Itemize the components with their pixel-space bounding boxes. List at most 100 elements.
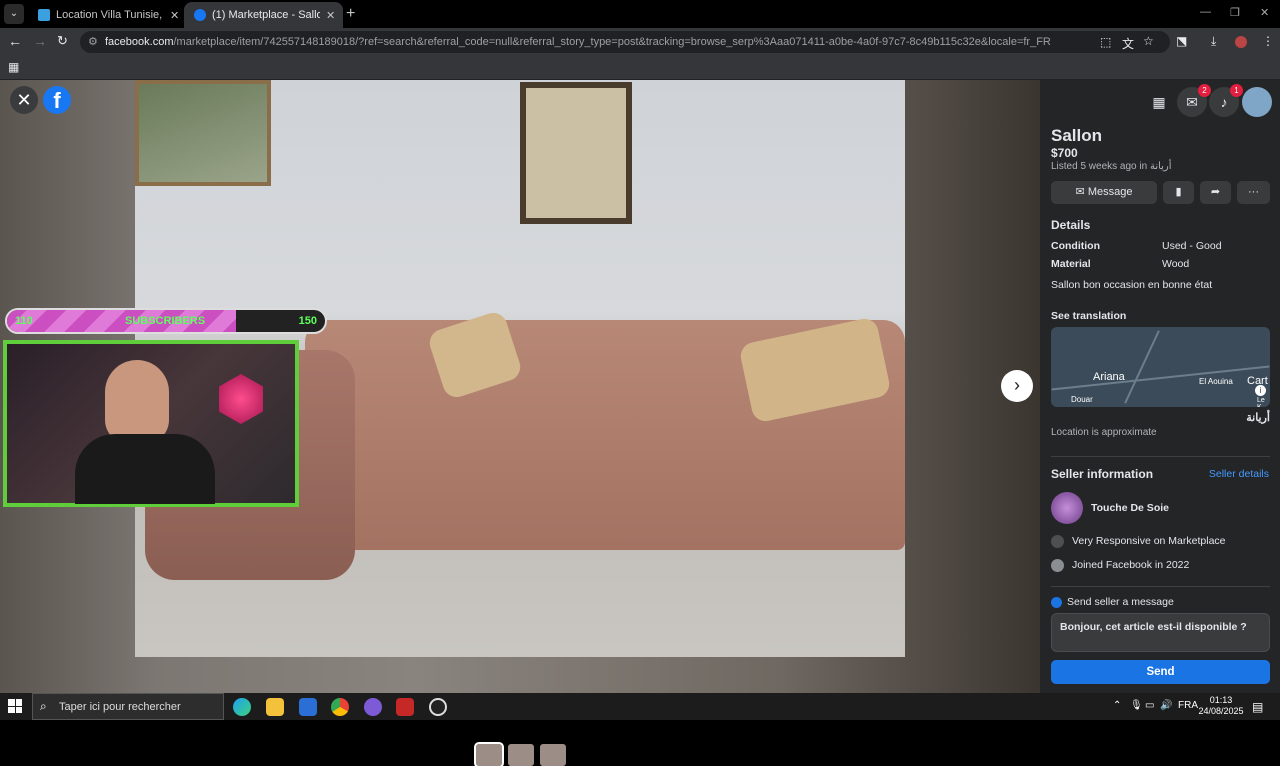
message-input[interactable]: Bonjour, cet article est-il disponible ? (1051, 613, 1270, 652)
microphone-icon[interactable]: 🎙 (1130, 700, 1143, 711)
windows-taskbar: Taper ici pour rechercher ⌕ ⌃ 🎙 ▭ 🔊 FRA … (0, 693, 1280, 720)
save-button[interactable]: ▮ (1163, 181, 1194, 204)
address-bar[interactable]: ⚙ facebook.com/marketplace/item/74255714… (80, 31, 1170, 53)
tray-chevron-icon[interactable]: ⌃ (1113, 700, 1121, 711)
painting-frame (135, 80, 271, 186)
chrome-icon[interactable] (331, 698, 349, 716)
more-options-button[interactable]: ··· (1237, 181, 1270, 204)
apps-grid-icon[interactable]: ▦ (8, 60, 19, 74)
bookmark-star-icon[interactable]: ☆ (1143, 34, 1154, 48)
notification-center-icon[interactable]: ▤ (1252, 700, 1263, 714)
send-message-heading: Send seller a message (1067, 596, 1174, 608)
new-tab-button[interactable]: + (346, 5, 355, 23)
search-icon: ⌕ (40, 699, 47, 713)
chrome-menu-icon[interactable]: ⋮ (1262, 34, 1274, 48)
tab-title: (1) Marketplace - Sallon | Faceb (212, 9, 320, 21)
messenger-icon: ✉ (1075, 186, 1088, 198)
extensions-icon[interactable]: ⬔ (1176, 34, 1187, 48)
divider (1051, 586, 1270, 587)
forward-icon[interactable]: → (33, 33, 47, 49)
location-note: Location is approximate (1051, 427, 1157, 438)
store-icon[interactable] (299, 698, 317, 716)
messenger-icon[interactable]: ✉ 2 (1177, 84, 1211, 117)
share-button[interactable]: ➦ (1200, 181, 1231, 204)
material-value: Wood (1162, 258, 1190, 270)
url-text: facebook.com/marketplace/item/7425571481… (105, 36, 1051, 48)
thumbnail-3[interactable] (540, 744, 566, 766)
clock[interactable]: 01:13 24/08/2025 (1196, 695, 1246, 717)
details-heading: Details (1051, 218, 1091, 232)
share-icon: ➦ (1210, 186, 1221, 198)
listing-title: Sallon (1051, 126, 1103, 145)
facebook-logo-icon[interactable]: f (43, 86, 71, 114)
minimize-button[interactable]: — (1200, 6, 1211, 18)
see-translation-link[interactable]: See translation (1051, 310, 1126, 322)
back-icon[interactable]: ← (8, 33, 22, 49)
message-button-label: Message (1087, 186, 1133, 198)
tab-search-button[interactable]: ⌄ (4, 4, 24, 24)
profile-avatar[interactable] (1235, 36, 1247, 48)
voicemeeter-icon[interactable] (396, 698, 414, 716)
site-favicon-icon (38, 9, 50, 21)
streamer-face-shape (105, 360, 169, 444)
message-button[interactable]: ✉ Message (1051, 181, 1157, 204)
bookmark-icon: ▮ (1175, 186, 1182, 198)
listing-description: Sallon bon occasion en bonne état (1051, 279, 1213, 291)
notifications-icon[interactable]: ♪ 1 (1209, 84, 1243, 117)
map-road (1051, 365, 1270, 391)
condition-label: Condition (1051, 240, 1100, 252)
send-button[interactable]: Send (1051, 660, 1270, 684)
thumbnail-1[interactable] (474, 742, 504, 766)
download-icon[interactable]: ⤓ (1211, 34, 1216, 49)
install-app-icon[interactable]: ⬚ (1100, 35, 1111, 49)
tab-title: Location Villa Tunisie, Villa à Lo (56, 9, 164, 21)
taskbar-search[interactable]: Taper ici pour rechercher (32, 693, 224, 720)
seller-avatar[interactable] (1051, 492, 1083, 524)
listing-date-location: Listed 5 weeks ago in أريانة (1051, 161, 1172, 172)
translate-icon[interactable]: 文 (1122, 35, 1134, 52)
location-map[interactable]: Ariana El Aouina Cart Douar Le K i (1051, 327, 1270, 407)
tab-marketplace[interactable]: (1) Marketplace - Sallon | Faceb ✕ (184, 2, 344, 28)
seller-name[interactable]: Touche De Soie (1091, 502, 1169, 514)
network-icon[interactable]: ▭ (1145, 700, 1154, 711)
language-indicator[interactable]: FRA (1178, 700, 1198, 711)
subscriber-goal-bar: 110 SUBSCRIBERS 150 (5, 308, 327, 334)
material-label: Material (1051, 258, 1091, 270)
goal-title-label: SUBSCRIBERS (125, 315, 206, 327)
messenger-badge: 2 (1198, 84, 1211, 97)
map-label-ariana: Ariana (1093, 371, 1125, 383)
more-icon: ··· (1248, 186, 1259, 198)
listing-panel: ▦ ✉ 2 ♪ 1 Sallon $700 Listed 5 weeks ago i… (1040, 80, 1280, 693)
condition-value: Used - Good (1162, 240, 1222, 252)
menu-grid-icon[interactable]: ▦ (1144, 87, 1174, 117)
obs-icon[interactable] (429, 698, 447, 716)
discord-icon[interactable] (364, 698, 382, 716)
bookmarks-bar: ▦ (0, 56, 1280, 80)
next-photo-button[interactable]: › (1001, 370, 1033, 402)
tab-villa[interactable]: Location Villa Tunisie, Villa à Lo ✕ (28, 2, 187, 28)
wall-frame (520, 82, 632, 224)
location-name: أريانة (1246, 412, 1270, 424)
tab-close-icon[interactable]: ✕ (326, 9, 335, 22)
thumbnail-2[interactable] (508, 744, 534, 766)
start-button[interactable] (8, 699, 22, 713)
account-avatar[interactable] (1242, 87, 1272, 117)
browser-toolbar: ← → ↻ ⚙ facebook.com/marketplace/item/74… (0, 28, 1280, 56)
close-viewer-button[interactable]: ✕ (10, 86, 38, 114)
edge-icon[interactable] (233, 698, 251, 716)
map-info-icon[interactable]: i (1255, 385, 1266, 396)
explorer-icon[interactable] (266, 698, 284, 716)
reload-icon[interactable]: ↻ (57, 33, 68, 49)
close-window-button[interactable]: ✕ (1260, 6, 1269, 19)
seller-details-link[interactable]: Seller details (1209, 468, 1269, 480)
restore-button[interactable]: ❐ (1230, 6, 1240, 19)
volume-icon[interactable]: 🔊 (1160, 700, 1172, 711)
clock-time: 01:13 (1209, 695, 1233, 705)
goal-target-label: 150 (298, 315, 317, 327)
notifications-badge: 1 (1230, 84, 1243, 97)
tab-close-icon[interactable]: ✕ (170, 9, 179, 22)
site-info-icon[interactable]: ⚙ (88, 35, 98, 48)
map-road (1124, 330, 1160, 404)
facebook-icon (1051, 559, 1064, 572)
divider (1051, 456, 1270, 457)
